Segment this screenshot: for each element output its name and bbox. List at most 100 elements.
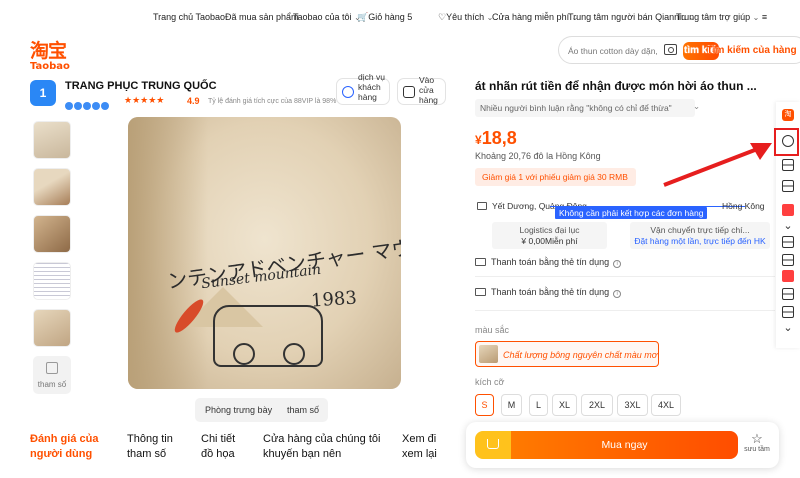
app-grid-icon[interactable] bbox=[782, 180, 794, 192]
tab-params[interactable]: Thông tin tham số bbox=[127, 432, 182, 462]
size-option-2xl[interactable]: 2XL bbox=[581, 394, 613, 416]
badge-icon bbox=[83, 102, 91, 110]
tab-view-again[interactable]: Xem đi xem lại bbox=[402, 432, 442, 462]
expand-icon[interactable]: ⌄ bbox=[782, 220, 794, 232]
size-option-m[interactable]: M bbox=[501, 394, 522, 416]
product-price: ¥18,8 bbox=[475, 128, 517, 149]
gallery-toggle: Phòng trưng bày tham số bbox=[195, 398, 328, 422]
camera-icon[interactable] bbox=[664, 44, 677, 55]
price-value: 18,8 bbox=[481, 128, 517, 148]
review-tag[interactable]: Nhiều người bình luận rằng "không có chỉ… bbox=[475, 99, 700, 117]
search-bar: Áo thun cotton dày dặn, tìm kiếmTìm kiếm… bbox=[558, 36, 800, 64]
app-grid-icon[interactable] bbox=[782, 236, 794, 248]
nav-free-store-link[interactable]: Cửa hàng miễn phí ⌄ bbox=[492, 12, 578, 22]
ship-to[interactable]: Hồng Kông bbox=[722, 201, 765, 211]
nav-home-link[interactable]: Trang chủ Taobao bbox=[153, 12, 225, 22]
qr-icon[interactable] bbox=[782, 306, 794, 318]
size-option-3xl[interactable]: 3XL bbox=[617, 394, 648, 416]
customer-service-button[interactable]: dịch vụ khách hàng bbox=[336, 72, 390, 105]
divider bbox=[475, 276, 775, 277]
coupon-badge[interactable]: Giảm giá 1 với phiếu giảm giá 30 RMB bbox=[475, 168, 636, 186]
size-option-4xl[interactable]: 4XL bbox=[651, 394, 681, 416]
thumbnail-image[interactable] bbox=[33, 215, 71, 253]
thumbnail-image[interactable] bbox=[33, 121, 71, 159]
taobao-logo[interactable]: 淘宝 Taobao bbox=[30, 36, 70, 72]
taobao-icon[interactable]: 淘 bbox=[782, 109, 794, 121]
nav-favorites-link[interactable]: ♡Yêu thích ⌄ bbox=[438, 12, 493, 23]
main-product-image[interactable]: ンテンアドベンチャー マウン Sunset mountain 1983 bbox=[128, 117, 401, 389]
color-option-label: Chất lượng bông nguyên chất màu mơ bbox=[503, 350, 658, 360]
payment-row[interactable]: Thanh toán bằng thẻ tín dụng i bbox=[475, 257, 622, 268]
nav-bought-link[interactable]: Đã mua sản phẩm bbox=[225, 12, 299, 22]
color-label: màu sắc bbox=[475, 325, 510, 335]
thumbnail-image[interactable] bbox=[33, 262, 71, 300]
badge-icon bbox=[101, 102, 109, 110]
coupon-icon[interactable] bbox=[782, 204, 794, 216]
nav-seller-center-label: Trung tâm người bán Qianniu bbox=[568, 12, 687, 22]
menu-icon: ≡ bbox=[761, 12, 768, 22]
buy-now-button[interactable]: Mua ngay bbox=[511, 431, 738, 459]
customer-service-icon bbox=[342, 86, 354, 98]
store-score: 4.9 bbox=[187, 96, 200, 106]
credit-card-icon bbox=[475, 258, 486, 266]
logistics-mainland-card[interactable]: Logistics đại lục ¥ 0,00Miễn phí bbox=[492, 222, 607, 249]
gallery-display-button[interactable]: Phòng trưng bày bbox=[205, 405, 272, 415]
direct-shipping-value: Đặt hàng một lần, trực tiếp đến HK bbox=[634, 236, 766, 246]
favorite-label: sưu tầm bbox=[744, 446, 770, 453]
store-name[interactable]: TRANG PHỤC TRUNG QUỐC bbox=[65, 80, 217, 92]
search-input[interactable]: Áo thun cotton dày dặn, bbox=[568, 46, 658, 56]
nav-my-taobao-label: Taobao của tôi bbox=[293, 12, 352, 22]
gallery-params-button[interactable]: tham số bbox=[287, 405, 319, 415]
logistics-mainland-title: Logistics đại lục bbox=[519, 225, 580, 235]
logo-cn: 淘宝 bbox=[30, 40, 67, 62]
app-grid-icon[interactable] bbox=[782, 254, 794, 266]
top-navigation-bar: Trang chủ Taobao Đã mua sản phẩm Taobao … bbox=[0, 0, 800, 34]
heart-icon: ♡ bbox=[438, 12, 447, 22]
tab-store-recommend[interactable]: Cửa hàng của chúng tôi khuyến bạn nên bbox=[263, 432, 383, 462]
tab-reviews[interactable]: Đánh giá của người dùng bbox=[30, 432, 102, 462]
app-grid-icon[interactable] bbox=[782, 288, 794, 300]
app-grid-icon[interactable] bbox=[782, 159, 794, 171]
store-rating-stars: ★★★★★ bbox=[124, 95, 165, 105]
info-icon[interactable]: i bbox=[613, 260, 622, 268]
nav-my-taobao-link[interactable]: Taobao của tôi ⌄ bbox=[293, 12, 361, 22]
store-badges bbox=[65, 97, 110, 115]
tab-graphic-details[interactable]: Chi tiết đồ họa bbox=[201, 432, 246, 462]
star-icon: ☆ bbox=[751, 431, 763, 446]
payment-label: Thanh toán bằng thẻ tín dụng bbox=[491, 287, 610, 297]
nav-help-center-label: Trung tâm trợ giúp bbox=[676, 12, 751, 22]
chevron-down-icon: ⌄ bbox=[693, 101, 701, 111]
size-label: kích cỡ bbox=[475, 377, 505, 387]
expand-icon[interactable]: ⌄ bbox=[782, 322, 794, 334]
photo-shadow bbox=[128, 117, 208, 389]
product-title: át nhãn rút tiền để nhận được món hời áo… bbox=[475, 79, 757, 93]
direct-shipping-card[interactable]: Vận chuyển trực tiếp chí... Đặt hàng một… bbox=[630, 222, 770, 249]
badge-icon bbox=[74, 102, 82, 110]
truck-icon bbox=[477, 202, 487, 210]
add-to-cart-button[interactable] bbox=[475, 431, 511, 459]
logo-en: Taobao bbox=[30, 61, 70, 72]
favorite-button[interactable]: ☆ sưu tầm bbox=[742, 431, 772, 454]
size-option-xl[interactable]: XL bbox=[552, 394, 577, 416]
nav-cart-link[interactable]: 🛒Giỏ hàng 5 bbox=[357, 12, 412, 23]
thumbnail-params[interactable]: tham số bbox=[33, 356, 71, 394]
nav-favorites-label: Yêu thích bbox=[446, 12, 485, 22]
thumbnail-image[interactable] bbox=[33, 168, 71, 206]
info-icon[interactable]: i bbox=[613, 290, 622, 298]
shipping-section: Yết Dương, Quảng Đông Hồng Kông Không cầ… bbox=[475, 198, 775, 258]
size-option-l[interactable]: L bbox=[529, 394, 548, 416]
size-option-s[interactable]: S bbox=[475, 394, 494, 416]
search-store-label: Tìm kiếm của hàng này bbox=[706, 45, 800, 56]
color-option-selected[interactable]: Chất lượng bông nguyên chất màu mơ bbox=[475, 341, 659, 367]
enter-store-button[interactable]: Vào cửa hàng bbox=[397, 75, 446, 105]
print-jeep bbox=[213, 305, 323, 367]
store-avatar[interactable]: 1 bbox=[30, 80, 56, 106]
coupon-icon[interactable] bbox=[782, 270, 794, 282]
params-icon bbox=[46, 362, 58, 374]
nav-help-center-link[interactable]: Trung tâm trợ giúp ⌄ ≡ bbox=[676, 12, 767, 22]
search-store-button[interactable]: tìm kiếmTìm kiếm của hàng này bbox=[684, 45, 800, 56]
highlight-box bbox=[774, 128, 799, 156]
payment-row[interactable]: Thanh toán bằng thẻ tín dụng i bbox=[475, 287, 622, 298]
thumbnail-image[interactable] bbox=[33, 309, 71, 347]
store-positive-rate: Tỷ lệ đánh giá tích cực của 88VIP là 98% bbox=[208, 98, 337, 105]
